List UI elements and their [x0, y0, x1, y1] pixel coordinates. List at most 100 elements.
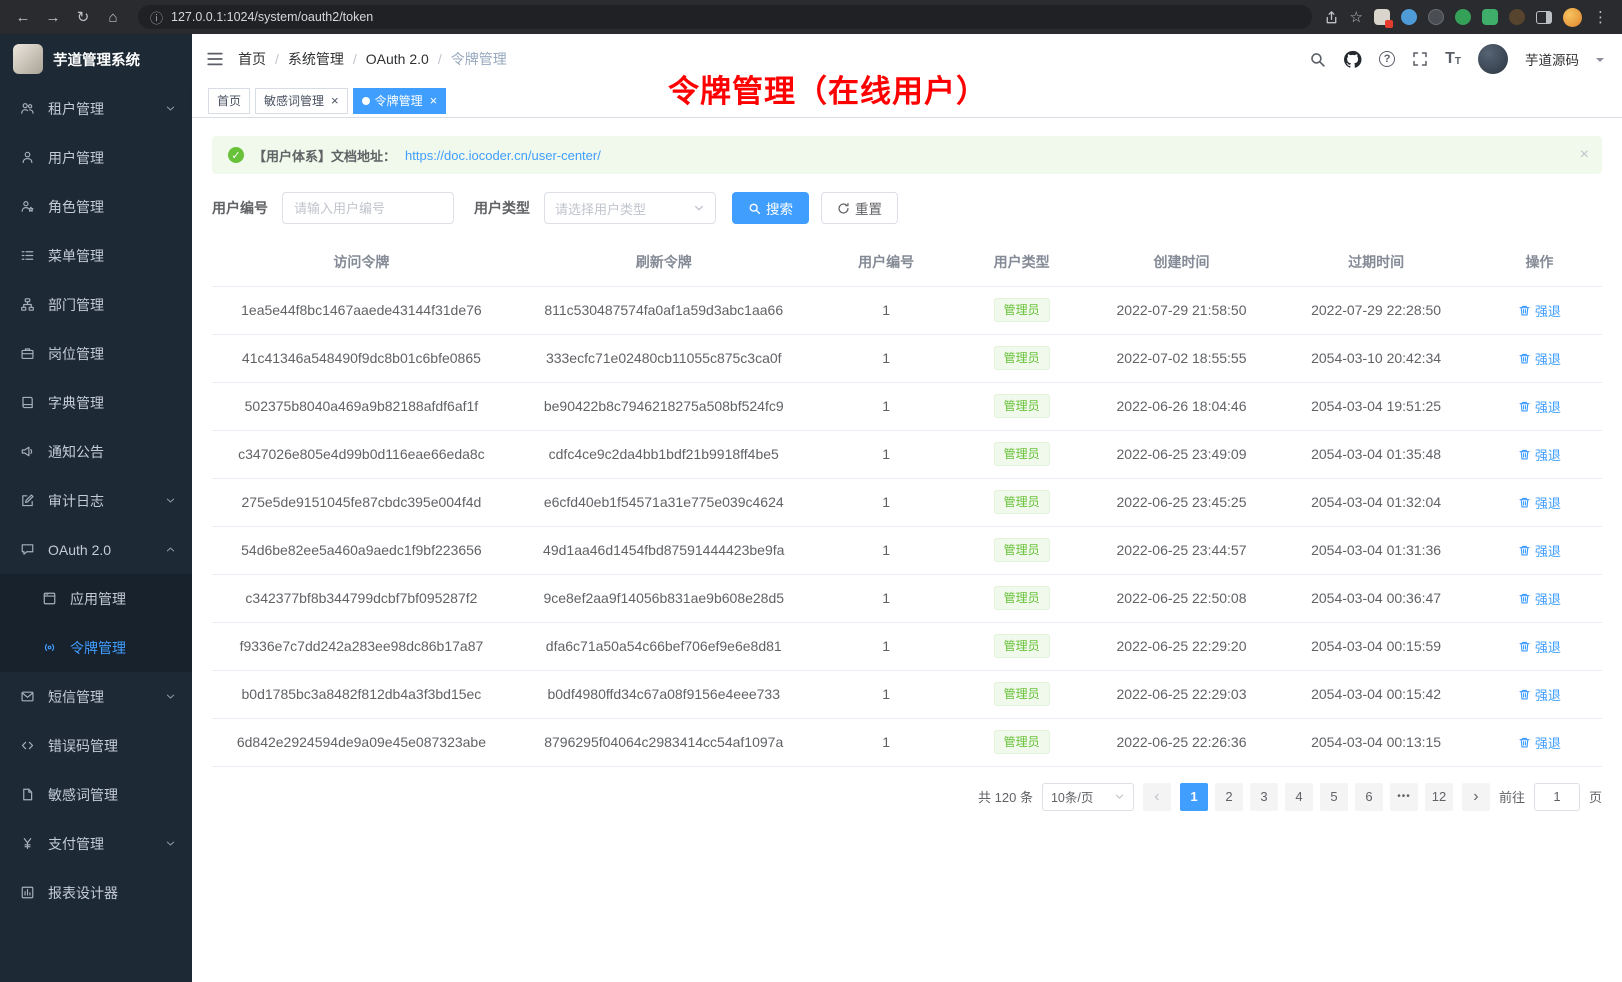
created-time-cell: 2022-06-25 22:29:20 [1088, 622, 1276, 670]
app-logo[interactable]: 芋道管理系统 [0, 34, 192, 84]
tab-sensitive-word[interactable]: 敏感词管理× [255, 88, 348, 114]
search-icon[interactable] [1309, 51, 1326, 68]
more-pages-button[interactable]: ••• [1390, 783, 1418, 811]
sidebar-item-tenant[interactable]: 租户管理 [0, 84, 192, 133]
sidebar-item-role[interactable]: 角色管理 [0, 182, 192, 231]
refresh-token-cell: 8796295f04064c2983414cc54af1097a [511, 718, 817, 766]
force-logout-button[interactable]: 强退 [1518, 301, 1561, 320]
user-type-select[interactable]: 请选择用户类型 [544, 192, 716, 224]
forward-icon[interactable]: → [40, 4, 66, 30]
force-logout-button[interactable]: 强退 [1518, 589, 1561, 608]
sidebar-item-pay[interactable]: 支付管理 [0, 819, 192, 868]
sidebar-item-menu[interactable]: 菜单管理 [0, 231, 192, 280]
reset-button[interactable]: 重置 [821, 192, 898, 224]
breadcrumb-item[interactable]: 系统管理 [288, 49, 344, 69]
force-logout-button[interactable]: 强退 [1518, 493, 1561, 512]
sidebar-item-dict[interactable]: 字典管理 [0, 378, 192, 427]
hamburger-icon[interactable] [192, 34, 238, 84]
sidebar-item-report[interactable]: 报表设计器 [0, 868, 192, 917]
table-row: f9336e7c7dd242a283ee98dc86b17a87dfa6c71a… [212, 622, 1602, 670]
action-cell: 强退 [1477, 334, 1602, 382]
tab-home[interactable]: 首页 [208, 88, 250, 114]
prev-page-button[interactable]: ‹ [1143, 783, 1171, 811]
extension-dark-icon[interactable] [1428, 9, 1444, 25]
home-icon[interactable]: ⌂ [100, 4, 126, 30]
extension-badged-icon[interactable] [1374, 9, 1390, 25]
force-logout-button[interactable]: 强退 [1518, 349, 1561, 368]
alert-link[interactable]: https://doc.iocoder.cn/user-center/ [405, 148, 601, 163]
user-type-placeholder: 请选择用户类型 [555, 199, 646, 218]
extension-dark2-icon[interactable] [1509, 9, 1525, 25]
expire-time-cell: 2054-03-04 01:32:04 [1275, 478, 1477, 526]
sidebar-item-sensitive-word[interactable]: 敏感词管理 [0, 770, 192, 819]
reload-icon[interactable]: ↻ [70, 4, 96, 30]
username[interactable]: 芋道源码 [1525, 49, 1579, 69]
sidebar-item-user[interactable]: 用户管理 [0, 133, 192, 182]
user-id-cell: 1 [817, 574, 956, 622]
extension-green-icon[interactable] [1455, 9, 1471, 25]
help-icon[interactable]: ? [1379, 51, 1395, 67]
sidebar-item-oauth2-token[interactable]: 令牌管理 [0, 623, 192, 672]
site-info-icon[interactable]: ⓘ [150, 8, 163, 27]
chevron-down-icon [165, 495, 176, 506]
github-icon[interactable] [1343, 50, 1362, 69]
sidebar-item-sms[interactable]: 短信管理 [0, 672, 192, 721]
user-id-input[interactable] [282, 192, 454, 224]
breadcrumb-item[interactable]: OAuth 2.0 [366, 51, 429, 67]
browser-profile-avatar[interactable] [1563, 8, 1582, 27]
page-6-button[interactable]: 6 [1355, 783, 1383, 811]
column-header: 用户类型 [956, 238, 1088, 286]
browser-menu-icon[interactable]: ⋮ [1593, 8, 1608, 26]
sidebar-item-label: 支付管理 [48, 834, 104, 854]
sidebar-item-audit-log[interactable]: 审计日志 [0, 476, 192, 525]
goto-page-input[interactable] [1534, 783, 1580, 811]
sidebar-item-dept[interactable]: 部门管理 [0, 280, 192, 329]
table-row: 54d6be82ee5a460a9aedc1f9bf22365649d1aa46… [212, 526, 1602, 574]
sidebar-item-label: 敏感词管理 [48, 785, 118, 805]
sidebar-item-error-code[interactable]: 错误码管理 [0, 721, 192, 770]
alert-close-icon[interactable]: × [1580, 146, 1589, 164]
close-tab-icon[interactable]: × [331, 93, 339, 108]
page-1-button[interactable]: 1 [1180, 783, 1208, 811]
chevron-down-icon[interactable] [1596, 58, 1604, 66]
url-bar[interactable]: ⓘ 127.0.0.1:1024/system/oauth2/token [138, 5, 1312, 29]
extension-blue-icon[interactable] [1401, 9, 1417, 25]
sidebar-toggle-icon[interactable] [1536, 11, 1552, 24]
user-id-cell: 1 [817, 526, 956, 574]
table-row: b0d1785bc3a8482f812db4a3f3bd15ecb0df4980… [212, 670, 1602, 718]
extensions-puzzle-icon[interactable] [1482, 9, 1498, 25]
force-logout-button[interactable]: 强退 [1518, 685, 1561, 704]
menu-icon [20, 248, 36, 263]
bookmark-star-icon[interactable]: ☆ [1350, 8, 1363, 26]
access-token-cell: 275e5de9151045fe87cbdc395e004f4d [212, 478, 511, 526]
fullscreen-icon[interactable] [1412, 51, 1428, 67]
table-row: 275e5de9151045fe87cbdc395e004f4de6cfd40e… [212, 478, 1602, 526]
sidebar-item-oauth2[interactable]: OAuth 2.0 [0, 525, 192, 574]
sidebar-item-oauth2-app[interactable]: 应用管理 [0, 574, 192, 623]
user-id-cell: 1 [817, 334, 956, 382]
page-4-button[interactable]: 4 [1285, 783, 1313, 811]
share-icon[interactable] [1324, 10, 1339, 25]
page-2-button[interactable]: 2 [1215, 783, 1243, 811]
user-avatar[interactable] [1478, 44, 1508, 74]
force-logout-button[interactable]: 强退 [1518, 445, 1561, 464]
breadcrumb-item[interactable]: 首页 [238, 49, 266, 69]
font-size-icon[interactable]: TT [1445, 51, 1461, 67]
close-tab-icon[interactable]: × [430, 93, 438, 108]
table-header-row: 访问令牌刷新令牌用户编号用户类型创建时间过期时间操作 [212, 238, 1602, 286]
force-logout-button[interactable]: 强退 [1518, 397, 1561, 416]
force-logout-button[interactable]: 强退 [1518, 541, 1561, 560]
sidebar-item-post[interactable]: 岗位管理 [0, 329, 192, 378]
page-12-button[interactable]: 12 [1425, 783, 1453, 811]
page-5-button[interactable]: 5 [1320, 783, 1348, 811]
force-logout-button[interactable]: 强退 [1518, 637, 1561, 656]
user-type-badge: 管理员 [994, 730, 1050, 754]
sidebar-item-notice[interactable]: 通知公告 [0, 427, 192, 476]
page-3-button[interactable]: 3 [1250, 783, 1278, 811]
tab-token[interactable]: 令牌管理× [353, 88, 447, 114]
search-button[interactable]: 搜索 [732, 192, 809, 224]
force-logout-button[interactable]: 强退 [1518, 733, 1561, 752]
next-page-button[interactable]: › [1462, 783, 1490, 811]
back-icon[interactable]: ← [10, 4, 36, 30]
page-size-select[interactable]: 10条/页 [1042, 783, 1134, 811]
